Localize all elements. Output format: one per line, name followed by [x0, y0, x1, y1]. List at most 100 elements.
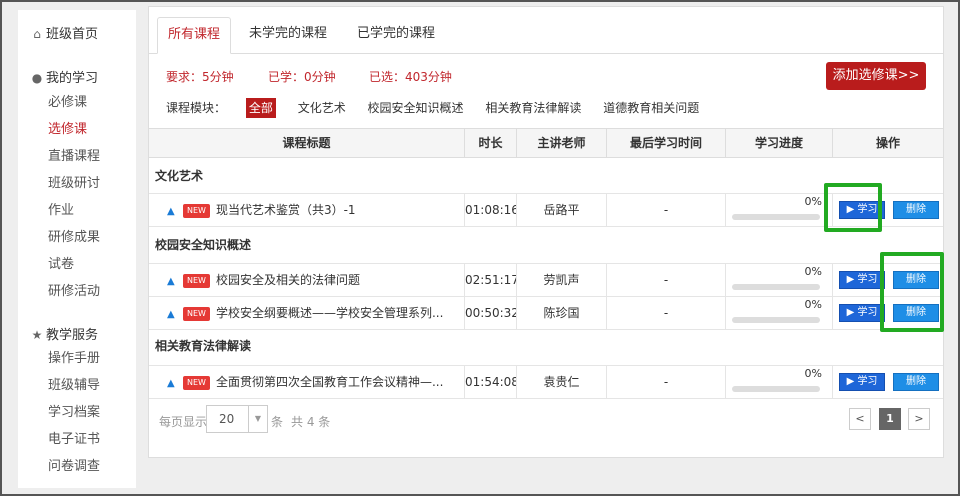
course-duration: 02:51:17	[465, 264, 517, 296]
sidebar-item-elective[interactable]: 选修课	[48, 118, 87, 142]
play-icon: ▶	[846, 307, 858, 318]
course-teacher: 岳路平	[517, 194, 607, 226]
total-count: 共 4 条	[291, 415, 331, 429]
current-page-button[interactable]: 1	[879, 408, 901, 430]
sidebar-item-tutoring[interactable]: 班级辅导	[48, 374, 100, 398]
progress-cell: 0%	[726, 366, 833, 398]
course-duration: 01:54:08	[465, 366, 517, 398]
col-header-actions: 操作	[875, 136, 900, 150]
course-title-link[interactable]: 现当代艺术鉴赏（共3）-1	[216, 203, 356, 217]
progress-bar	[732, 214, 820, 220]
new-badge: NEW	[183, 273, 210, 288]
group-title: 相关教育法律解读	[155, 339, 252, 353]
last-study-time: -	[607, 264, 726, 296]
module-filter-label: 课程模块：	[166, 101, 227, 115]
sidebar-item-home[interactable]: ⌂ 班级首页	[30, 22, 98, 46]
sidebar-item-homework[interactable]: 作业	[48, 199, 74, 223]
course-tabs: 所有课程 未学完的课程 已学完的课程	[149, 7, 943, 54]
table-row: ▲ NEW 校园安全及相关的法律问题 02:51:17 劳凯声 - 0% ▶ 学习 …	[149, 263, 943, 297]
table-row: ▲ NEW 全面贯彻第四次全国教育工作会议精神—... 01:54:08 袁贵仁 -…	[149, 365, 943, 399]
caret-down-icon: ▼	[248, 406, 267, 432]
col-header-title: 课程标题	[149, 129, 465, 157]
tab-unfinished-courses[interactable]: 未学完的课程	[239, 17, 337, 51]
new-badge: NEW	[183, 306, 210, 321]
sidebar-item-results[interactable]: 研修成果	[48, 226, 100, 250]
sidebar-section-teaching[interactable]: ★ 教学服务	[30, 323, 98, 347]
highlight-box-study	[824, 183, 882, 232]
col-header-teacher: 主讲老师	[517, 129, 607, 157]
progress-bar	[732, 284, 820, 290]
course-teacher: 陈珍国	[517, 297, 607, 329]
sidebar-item-certificate[interactable]: 电子证书	[48, 428, 100, 452]
module-campus-safety[interactable]: 校园安全知识概述	[368, 98, 464, 118]
broadcast-icon: ▲	[167, 378, 175, 389]
pagination: 每页显示 20 ▼ 条 共 4 条 < 1 >	[149, 403, 943, 439]
module-culture-art[interactable]: 文化艺术	[298, 98, 346, 118]
next-page-button[interactable]: >	[908, 408, 930, 430]
home-icon: ⌂	[33, 27, 41, 41]
per-page-unit: 条	[271, 415, 284, 429]
last-study-time: -	[607, 366, 726, 398]
col-header-duration: 时长	[465, 129, 517, 157]
actions-cell: ▶ 学习 删除	[833, 366, 943, 398]
progress-percent: 0%	[804, 298, 822, 311]
sidebar-section-my-study[interactable]: ● 我的学习	[30, 66, 98, 90]
tab-all-courses[interactable]: 所有课程	[157, 17, 232, 54]
prev-page-button[interactable]: <	[849, 408, 871, 430]
sidebar-item-required[interactable]: 必修课	[48, 91, 87, 115]
study-button[interactable]: ▶ 学习	[839, 304, 885, 322]
study-button[interactable]: ▶ 学习	[839, 271, 885, 289]
broadcast-icon: ▲	[167, 309, 175, 320]
progress-percent: 0%	[804, 265, 822, 278]
sidebar-item-manual[interactable]: 操作手册	[48, 347, 100, 371]
star-icon: ★	[31, 328, 43, 342]
progress-bar	[732, 317, 820, 323]
course-teacher: 劳凯声	[517, 264, 607, 296]
broadcast-icon: ▲	[167, 206, 175, 217]
per-page-select[interactable]: 20 ▼	[206, 405, 268, 433]
sidebar-item-exam[interactable]: 试卷	[48, 253, 74, 277]
study-button[interactable]: ▶ 学习	[839, 373, 885, 391]
tab-finished-courses[interactable]: 已学完的课程	[347, 17, 445, 51]
progress-cell: 0%	[726, 194, 833, 226]
course-teacher: 袁贵仁	[517, 366, 607, 398]
main-panel: 所有课程 未学完的课程 已学完的课程 要求：5分钟 已学：0分钟 已选：403分…	[148, 6, 944, 458]
sidebar-item-discussion[interactable]: 班级研讨	[48, 172, 100, 196]
col-header-last-study: 最后学习时间	[607, 129, 726, 157]
course-duration: 01:08:16	[465, 194, 517, 226]
course-title-link[interactable]: 校园安全及相关的法律问题	[216, 273, 360, 287]
add-elective-button[interactable]: 添加选修课>>	[826, 62, 926, 90]
course-title-link[interactable]: 学校安全纲要概述——学校安全管理系列...	[216, 306, 443, 320]
play-icon: ▶	[846, 274, 858, 285]
course-duration: 00:50:32	[465, 297, 517, 329]
last-study-time: -	[607, 194, 726, 226]
delete-button[interactable]: 删除	[893, 373, 939, 391]
per-page-label: 每页显示	[159, 415, 208, 429]
delete-button[interactable]: 删除	[893, 201, 939, 219]
sidebar-item-activities[interactable]: 研修活动	[48, 280, 100, 304]
group-title: 文化艺术	[155, 169, 204, 183]
table-header: 课程标题 时长 主讲老师 最后学习时间 学习进度 操作	[149, 128, 943, 158]
module-filter: 课程模块： 全部 文化艺术 校园安全知识概述 相关教育法律解读 道德教育相关问题	[166, 98, 717, 118]
module-all[interactable]: 全部	[245, 98, 276, 118]
module-moral-education[interactable]: 道德教育相关问题	[603, 98, 699, 118]
progress-cell: 0%	[726, 297, 833, 329]
per-page-value: 20	[219, 412, 235, 426]
progress-percent: 0%	[804, 367, 822, 380]
course-title-link[interactable]: 全面贯彻第四次全国教育工作会议精神—...	[216, 375, 443, 389]
sidebar-item-archive[interactable]: 学习档案	[48, 401, 100, 425]
stat-selected: 已选：403分钟	[369, 70, 452, 84]
progress-percent: 0%	[804, 195, 822, 208]
user-icon: ●	[31, 71, 43, 85]
last-study-time: -	[607, 297, 726, 329]
new-badge: NEW	[183, 203, 210, 218]
module-education-law[interactable]: 相关教育法律解读	[485, 98, 581, 118]
play-icon: ▶	[846, 376, 858, 387]
sidebar-item-live[interactable]: 直播课程	[48, 145, 100, 169]
sidebar: ⌂ 班级首页 ● 我的学习 必修课 选修课 直播课程 班级研讨 作业 研修成果 试卷…	[18, 10, 136, 488]
stat-required: 要求：5分钟	[166, 70, 234, 84]
progress-bar	[732, 386, 820, 392]
sidebar-item-survey[interactable]: 问卷调查	[48, 455, 100, 479]
group-title: 校园安全知识概述	[155, 238, 252, 252]
table-row: ▲ NEW 学校安全纲要概述——学校安全管理系列... 00:50:32 陈珍国 -…	[149, 296, 943, 330]
